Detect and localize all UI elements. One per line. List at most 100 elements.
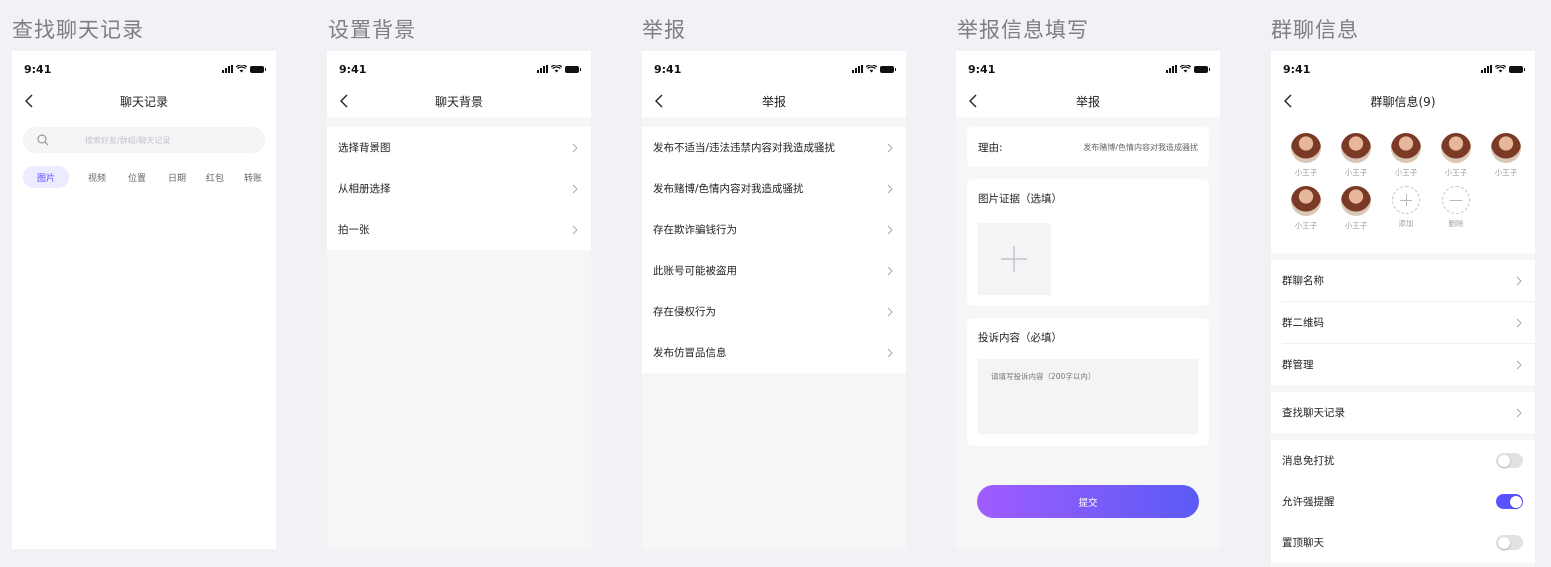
member-name: 小王子 [1444, 168, 1468, 177]
member-name: 小王子 [1294, 221, 1318, 230]
list-item-label: 发布赌博/色情内容对我造成骚扰 [653, 183, 804, 195]
add-image-button[interactable] [978, 223, 1051, 295]
back-arrow-icon[interactable] [1282, 92, 1296, 110]
signal-icon [852, 65, 863, 73]
filter-chips: 图片 视频 位置 日期 红包 转账 [23, 166, 276, 188]
setting-group-manage[interactable]: 群管理 [1271, 344, 1535, 385]
search-input[interactable] [85, 135, 245, 145]
filter-chip-transfer[interactable]: 转账 [237, 166, 269, 188]
setting-group-name[interactable]: 群聊名称 [1271, 260, 1535, 301]
phone-search-history: 9:41 聊天记录 图片 视频 位置 日期 红包 转账 [12, 51, 276, 549]
reason-label: 理由: [978, 141, 1003, 154]
member-item[interactable]: 小王子 [1381, 133, 1431, 178]
signal-icon [1481, 65, 1492, 73]
report-reason-item[interactable]: 发布不适当/违法违禁内容对我造成骚扰 [642, 127, 906, 168]
member-item[interactable]: 小王子 [1281, 133, 1331, 178]
section-title-report: 举报 [642, 18, 686, 42]
list-item-label: 选择背景图 [338, 142, 391, 154]
evidence-label: 图片证据（选填） [978, 193, 1062, 205]
status-bar: 9:41 [12, 51, 276, 85]
submit-button[interactable]: 提交 [977, 485, 1199, 518]
battery-icon [565, 65, 581, 73]
setting-label: 置顶聊天 [1282, 537, 1324, 549]
chevron-right-icon [1516, 318, 1522, 327]
add-member-label: 添加 [1398, 219, 1414, 228]
filter-chip-images[interactable]: 图片 [23, 166, 69, 188]
member-item[interactable]: 小王子 [1331, 186, 1381, 231]
back-arrow-icon[interactable] [653, 92, 667, 110]
page-title: 举报 [761, 94, 786, 109]
status-icons [852, 63, 896, 73]
list-item-choose-background[interactable]: 选择背景图 [327, 127, 591, 168]
filter-chip-location[interactable]: 位置 [121, 166, 153, 188]
mute-toggle[interactable] [1496, 453, 1523, 468]
status-icons [537, 63, 581, 73]
toggle-knob [1497, 536, 1510, 549]
wifi-icon [1495, 65, 1506, 73]
report-reason-item[interactable]: 存在欺诈骗钱行为 [642, 209, 906, 250]
list-item-label: 存在欺诈骗钱行为 [653, 224, 737, 236]
chevron-right-icon [887, 225, 893, 234]
add-member-button[interactable]: 添加 [1381, 186, 1431, 231]
setting-strong-reminder: 允许强提醒 [1271, 481, 1535, 522]
report-reason-item[interactable]: 发布赌博/色情内容对我造成骚扰 [642, 168, 906, 209]
chevron-right-icon [1516, 276, 1522, 285]
member-item[interactable]: 小王子 [1481, 133, 1531, 178]
status-time: 9:41 [654, 62, 682, 76]
member-item[interactable]: 小王子 [1331, 133, 1381, 178]
battery-icon [250, 65, 266, 73]
avatar [1291, 133, 1321, 163]
nav-bar: 聊天背景 [327, 85, 591, 117]
list-item-label: 存在侵权行为 [653, 306, 716, 318]
search-icon [37, 134, 49, 146]
report-reason-item[interactable]: 发布仿冒品信息 [642, 332, 906, 373]
avatar [1491, 133, 1521, 163]
wifi-icon [866, 65, 877, 73]
chevron-right-icon [1516, 408, 1522, 417]
filter-chip-date[interactable]: 日期 [161, 166, 193, 188]
report-reason-item[interactable]: 此账号可能被盗用 [642, 250, 906, 291]
member-name: 小王子 [1294, 168, 1318, 177]
battery-icon [1194, 65, 1210, 73]
setting-label: 消息免打扰 [1282, 455, 1335, 467]
list-item-label: 此账号可能被盗用 [653, 265, 737, 277]
setting-mute-notifications: 消息免打扰 [1271, 440, 1535, 481]
nav-bar: 举报 [642, 85, 906, 117]
list-item-take-photo[interactable]: 拍一张 [327, 209, 591, 250]
setting-pin-chat: 置顶聊天 [1271, 522, 1535, 563]
filter-chip-red-packet[interactable]: 红包 [199, 166, 231, 188]
back-arrow-icon[interactable] [967, 92, 981, 110]
page-title: 举报 [1075, 94, 1100, 109]
remove-member-button[interactable]: 删除 [1431, 186, 1481, 231]
strong-reminder-toggle[interactable] [1496, 494, 1523, 509]
pin-chat-toggle[interactable] [1496, 535, 1523, 550]
complaint-textarea[interactable] [978, 359, 1198, 434]
phone-group-info: 9:41 群聊信息(9) 小王子 小王子 小王子 小王子 小王子 小王子 小王子… [1271, 51, 1535, 567]
status-icons [1166, 63, 1210, 73]
setting-label: 群聊名称 [1282, 275, 1324, 287]
report-reason-item[interactable]: 存在侵权行为 [642, 291, 906, 332]
avatar [1341, 133, 1371, 163]
status-bar: 9:41 [956, 51, 1220, 85]
section-title-group-info: 群聊信息 [1271, 18, 1359, 42]
section-title-search-history: 查找聊天记录 [12, 18, 144, 42]
signal-icon [1166, 65, 1177, 73]
back-arrow-icon[interactable] [23, 92, 37, 110]
reason-card: 理由: 发布赌博/色情内容对我造成骚扰 [967, 127, 1209, 167]
setting-search-history[interactable]: 查找聊天记录 [1271, 392, 1535, 433]
complaint-card: 投诉内容（必填） [967, 318, 1209, 446]
wifi-icon [1180, 65, 1191, 73]
member-item[interactable]: 小王子 [1431, 133, 1481, 178]
avatar [1291, 186, 1321, 216]
member-name: 小王子 [1344, 221, 1368, 230]
search-bar[interactable] [23, 127, 265, 153]
list-item-label: 发布仿冒品信息 [653, 347, 727, 359]
chevron-right-icon [887, 348, 893, 357]
back-arrow-icon[interactable] [338, 92, 352, 110]
list-item-from-album[interactable]: 从相册选择 [327, 168, 591, 209]
filter-chip-video[interactable]: 视频 [81, 166, 113, 188]
member-item[interactable]: 小王子 [1281, 186, 1331, 231]
member-name: 小王子 [1344, 168, 1368, 177]
setting-label: 允许强提醒 [1282, 496, 1335, 508]
setting-group-qrcode[interactable]: 群二维码 [1271, 302, 1535, 343]
